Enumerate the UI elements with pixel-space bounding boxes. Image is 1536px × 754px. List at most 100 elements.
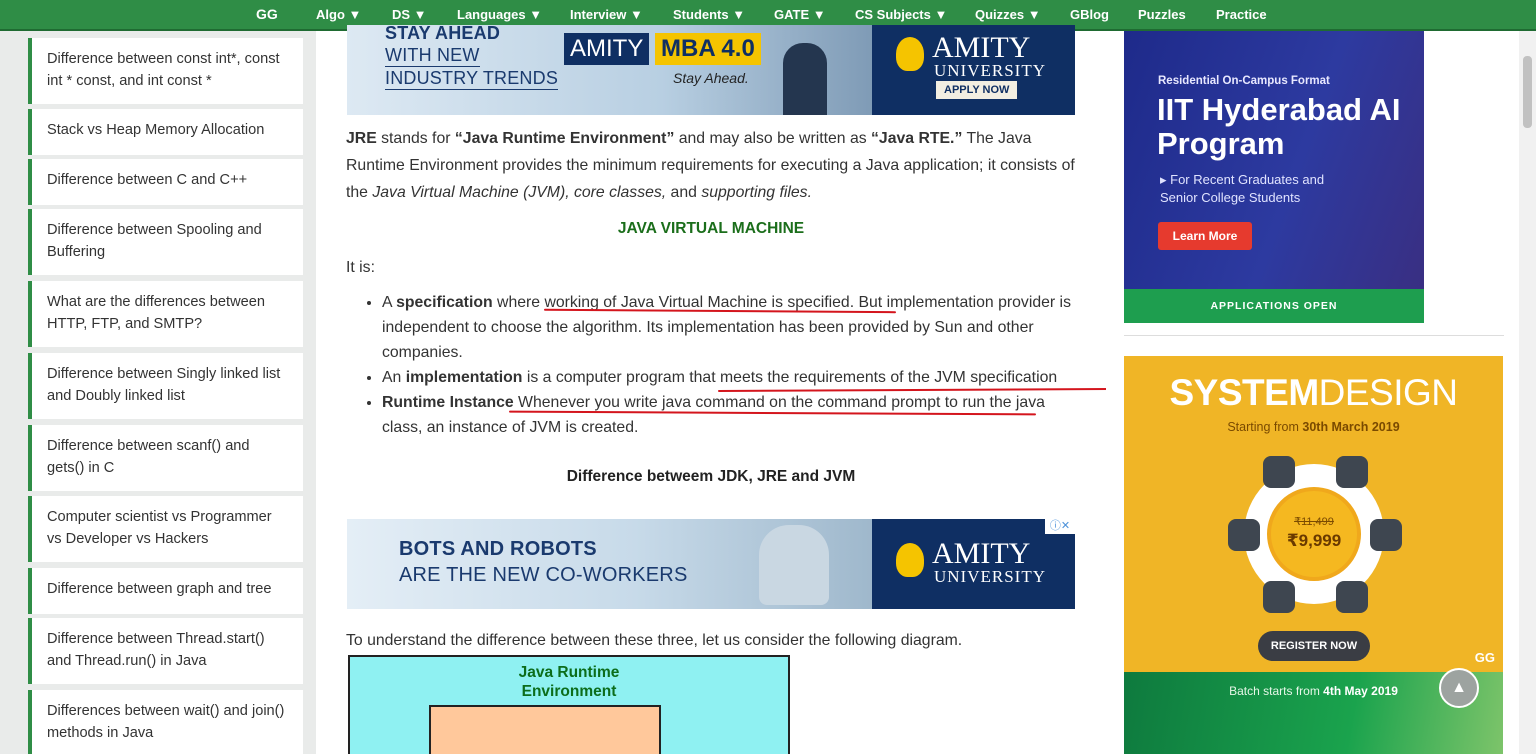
- ad-text-line3: INDUSTRY TRENDS: [385, 68, 559, 90]
- scrollbar-thumb[interactable]: [1523, 56, 1532, 128]
- iit-ad-footer: APPLICATIONS OPEN: [1124, 289, 1424, 323]
- right-ad-column: Residential On-Campus Format IIT Hyderab…: [1106, 31, 1536, 754]
- bullet-specification: A specification where working of Java Vi…: [382, 290, 1072, 365]
- storage-icon: [1228, 519, 1260, 551]
- it-is-text: It is:: [346, 259, 375, 276]
- sys-old-price: ₹11,499: [1294, 516, 1334, 528]
- intro-text-4: and: [666, 184, 702, 201]
- nav-students[interactable]: Students ▼: [673, 7, 745, 22]
- sys-price: ₹9,999: [1286, 531, 1342, 550]
- jvm-heading: JAVA VIRTUAL MACHINE: [617, 220, 805, 237]
- nav-interview[interactable]: Interview ▼: [570, 7, 643, 22]
- nav-gate[interactable]: GATE ▼: [774, 7, 826, 22]
- bullet3-bold: Runtime Instance: [382, 394, 514, 411]
- ad-iit-hyderabad[interactable]: Residential On-Campus Format IIT Hyderab…: [1124, 31, 1424, 323]
- nav-ds[interactable]: DS ▼: [392, 7, 427, 22]
- ad-brand: AMITY: [932, 31, 1031, 64]
- register-now-button[interactable]: REGISTER NOW: [1258, 631, 1370, 661]
- nav-practice[interactable]: Practice: [1216, 7, 1267, 22]
- ad-banner-left: STAY AHEAD WITH NEW INDUSTRY TRENDS AMIT…: [347, 25, 872, 115]
- ad-banner2-right: AMITY UNIVERSITY ⓘ✕: [872, 519, 1075, 609]
- ad-banner-amity-bots[interactable]: BOTS AND ROBOTS ARE THE NEW CO-WORKERS A…: [347, 519, 1075, 609]
- bullet2-bold: implementation: [405, 369, 523, 386]
- sidebar-link-const-int[interactable]: Difference between const int*, const int…: [28, 38, 303, 104]
- jvm-bullet-list: A specification where working of Java Vi…: [382, 290, 1072, 440]
- sidebar-link-c-cpp[interactable]: Difference between C and C++: [28, 159, 303, 205]
- bullet2-text: is a computer program that meets the req…: [522, 369, 1058, 386]
- cache-icon: [1336, 581, 1368, 613]
- nav-cs-subjects[interactable]: CS Subjects ▼: [855, 7, 947, 22]
- nav-quizzes[interactable]: Quizzes ▼: [975, 7, 1041, 22]
- sidebar-link-stack-heap[interactable]: Stack vs Heap Memory Allocation: [28, 109, 303, 155]
- nav-puzzles[interactable]: Puzzles: [1138, 7, 1186, 22]
- nav-languages[interactable]: Languages ▼: [457, 7, 542, 22]
- ad-banner2-left: BOTS AND ROBOTS ARE THE NEW CO-WORKERS: [347, 519, 872, 609]
- ad-text-line1: STAY AHEAD: [385, 25, 501, 43]
- sidebar-link-wait-join[interactable]: Differences between wait() and join() me…: [28, 690, 303, 754]
- server-icon: [1263, 456, 1295, 488]
- intro-text-1: stands for: [376, 130, 455, 147]
- iit-ad-title: IIT Hyderabad AI Program: [1157, 92, 1401, 161]
- intro-bold-rte: “Java RTE.”: [871, 130, 963, 147]
- ad2-text-line2: ARE THE NEW CO-WORKERS: [399, 564, 688, 586]
- scroll-to-top-button[interactable]: ▲: [1439, 668, 1479, 708]
- intro-text-2: and may also be written as: [674, 130, 872, 147]
- gfg-logo-icon[interactable]: GG: [256, 6, 282, 24]
- page-scrollbar[interactable]: [1519, 31, 1536, 754]
- sys-title-a: SYSTEM: [1169, 372, 1320, 413]
- ad2-robot-image: [759, 525, 829, 605]
- ad-divider: [1124, 335, 1504, 336]
- nav-algo[interactable]: Algo ▼: [316, 7, 361, 22]
- ad2-text-line1: BOTS AND ROBOTS: [399, 538, 597, 560]
- batch-date: 4th May 2019: [1323, 684, 1398, 698]
- ad-close-icon[interactable]: ⓘ✕: [1045, 519, 1075, 534]
- nav-gblog[interactable]: GBlog: [1070, 7, 1109, 22]
- ad-badge-amity: AMITY: [564, 33, 650, 65]
- ad-text-line2: WITH NEW: [385, 45, 480, 67]
- sys-start-pre: Starting from: [1227, 420, 1303, 434]
- bullet1-pre: A: [382, 294, 397, 311]
- ad-tagline: Stay Ahead.: [673, 70, 749, 86]
- sidebar-link-thread-start-run[interactable]: Difference between Thread.start() and Th…: [28, 618, 303, 684]
- sys-ad-title: SYSTEMDESIGN: [1124, 372, 1503, 414]
- batch-pre: Batch starts from: [1229, 684, 1324, 698]
- sys-ad-start-date: Starting from 30th March 2019: [1124, 420, 1503, 434]
- difference-heading: Difference betweem JDK, JRE and JVM: [566, 468, 856, 485]
- learn-more-button[interactable]: Learn More: [1158, 222, 1252, 250]
- ad-apply-button[interactable]: APPLY NOW: [936, 81, 1018, 99]
- ad-banner-amity-mba[interactable]: STAY AHEAD WITH NEW INDUSTRY TRENDS AMIT…: [347, 25, 1075, 115]
- understand-paragraph: To understand the difference between the…: [346, 632, 963, 649]
- ad-brand-sub: UNIVERSITY: [934, 61, 1046, 80]
- intro-italic-jvm: Java Virtual Machine (JVM), core classes…: [372, 184, 667, 201]
- iit-ad-format: Residential On-Campus Format: [1158, 75, 1330, 87]
- lock-icon: [1263, 581, 1295, 613]
- diagram-jre-label: Java Runtime Environment: [518, 664, 620, 700]
- bullet1-bold: specification: [396, 294, 493, 311]
- jre-intro-paragraph: JRE stands for “Java Runtime Environment…: [346, 125, 1076, 206]
- amity-logo-icon: [896, 37, 924, 71]
- diagram-inner-box: [429, 705, 661, 754]
- database-icon: [1336, 456, 1368, 488]
- sidebar-link-scanf-gets[interactable]: Difference between scanf() and gets() in…: [28, 425, 303, 491]
- sidebar-link-graph-tree[interactable]: Difference between graph and tree: [28, 568, 303, 614]
- ad-badge-mba: MBA 4.0: [655, 33, 761, 65]
- jdk-jre-jvm-diagram: Java Runtime Environment: [348, 655, 790, 754]
- sidebar-link-http-ftp-smtp[interactable]: What are the differences between HTTP, F…: [28, 281, 303, 347]
- ad2-brand: AMITY: [932, 537, 1031, 570]
- bullet2-pre: An: [382, 369, 406, 386]
- iit-ad-subtitle: ▸ For Recent Graduates and Senior Colleg…: [1160, 172, 1325, 205]
- intro-bold-full: “Java Runtime Environment”: [454, 130, 675, 147]
- related-articles-sidebar: Difference between const int*, const int…: [28, 31, 304, 754]
- network-icon: [1370, 519, 1402, 551]
- bullet-implementation: An implementation is a computer program …: [382, 365, 1072, 390]
- ad-person-image: [783, 43, 827, 115]
- sidebar-link-linked-lists[interactable]: Difference between Singly linked list an…: [28, 353, 303, 419]
- sys-title-b: DESIGN: [1318, 372, 1458, 413]
- sys-start-date: 30th March 2019: [1302, 420, 1400, 434]
- article-content: STAY AHEAD WITH NEW INDUSTRY TRENDS AMIT…: [316, 25, 1111, 754]
- ad2-brand-sub: UNIVERSITY: [934, 567, 1046, 586]
- sys-price-circle: ₹11,499 ₹9,999: [1267, 487, 1361, 581]
- sidebar-link-spooling-buffering[interactable]: Difference between Spooling and Bufferin…: [28, 209, 303, 275]
- intro-italic-files: supporting files.: [701, 184, 812, 201]
- sidebar-link-scientist-programmer[interactable]: Computer scientist vs Programmer vs Deve…: [28, 496, 303, 562]
